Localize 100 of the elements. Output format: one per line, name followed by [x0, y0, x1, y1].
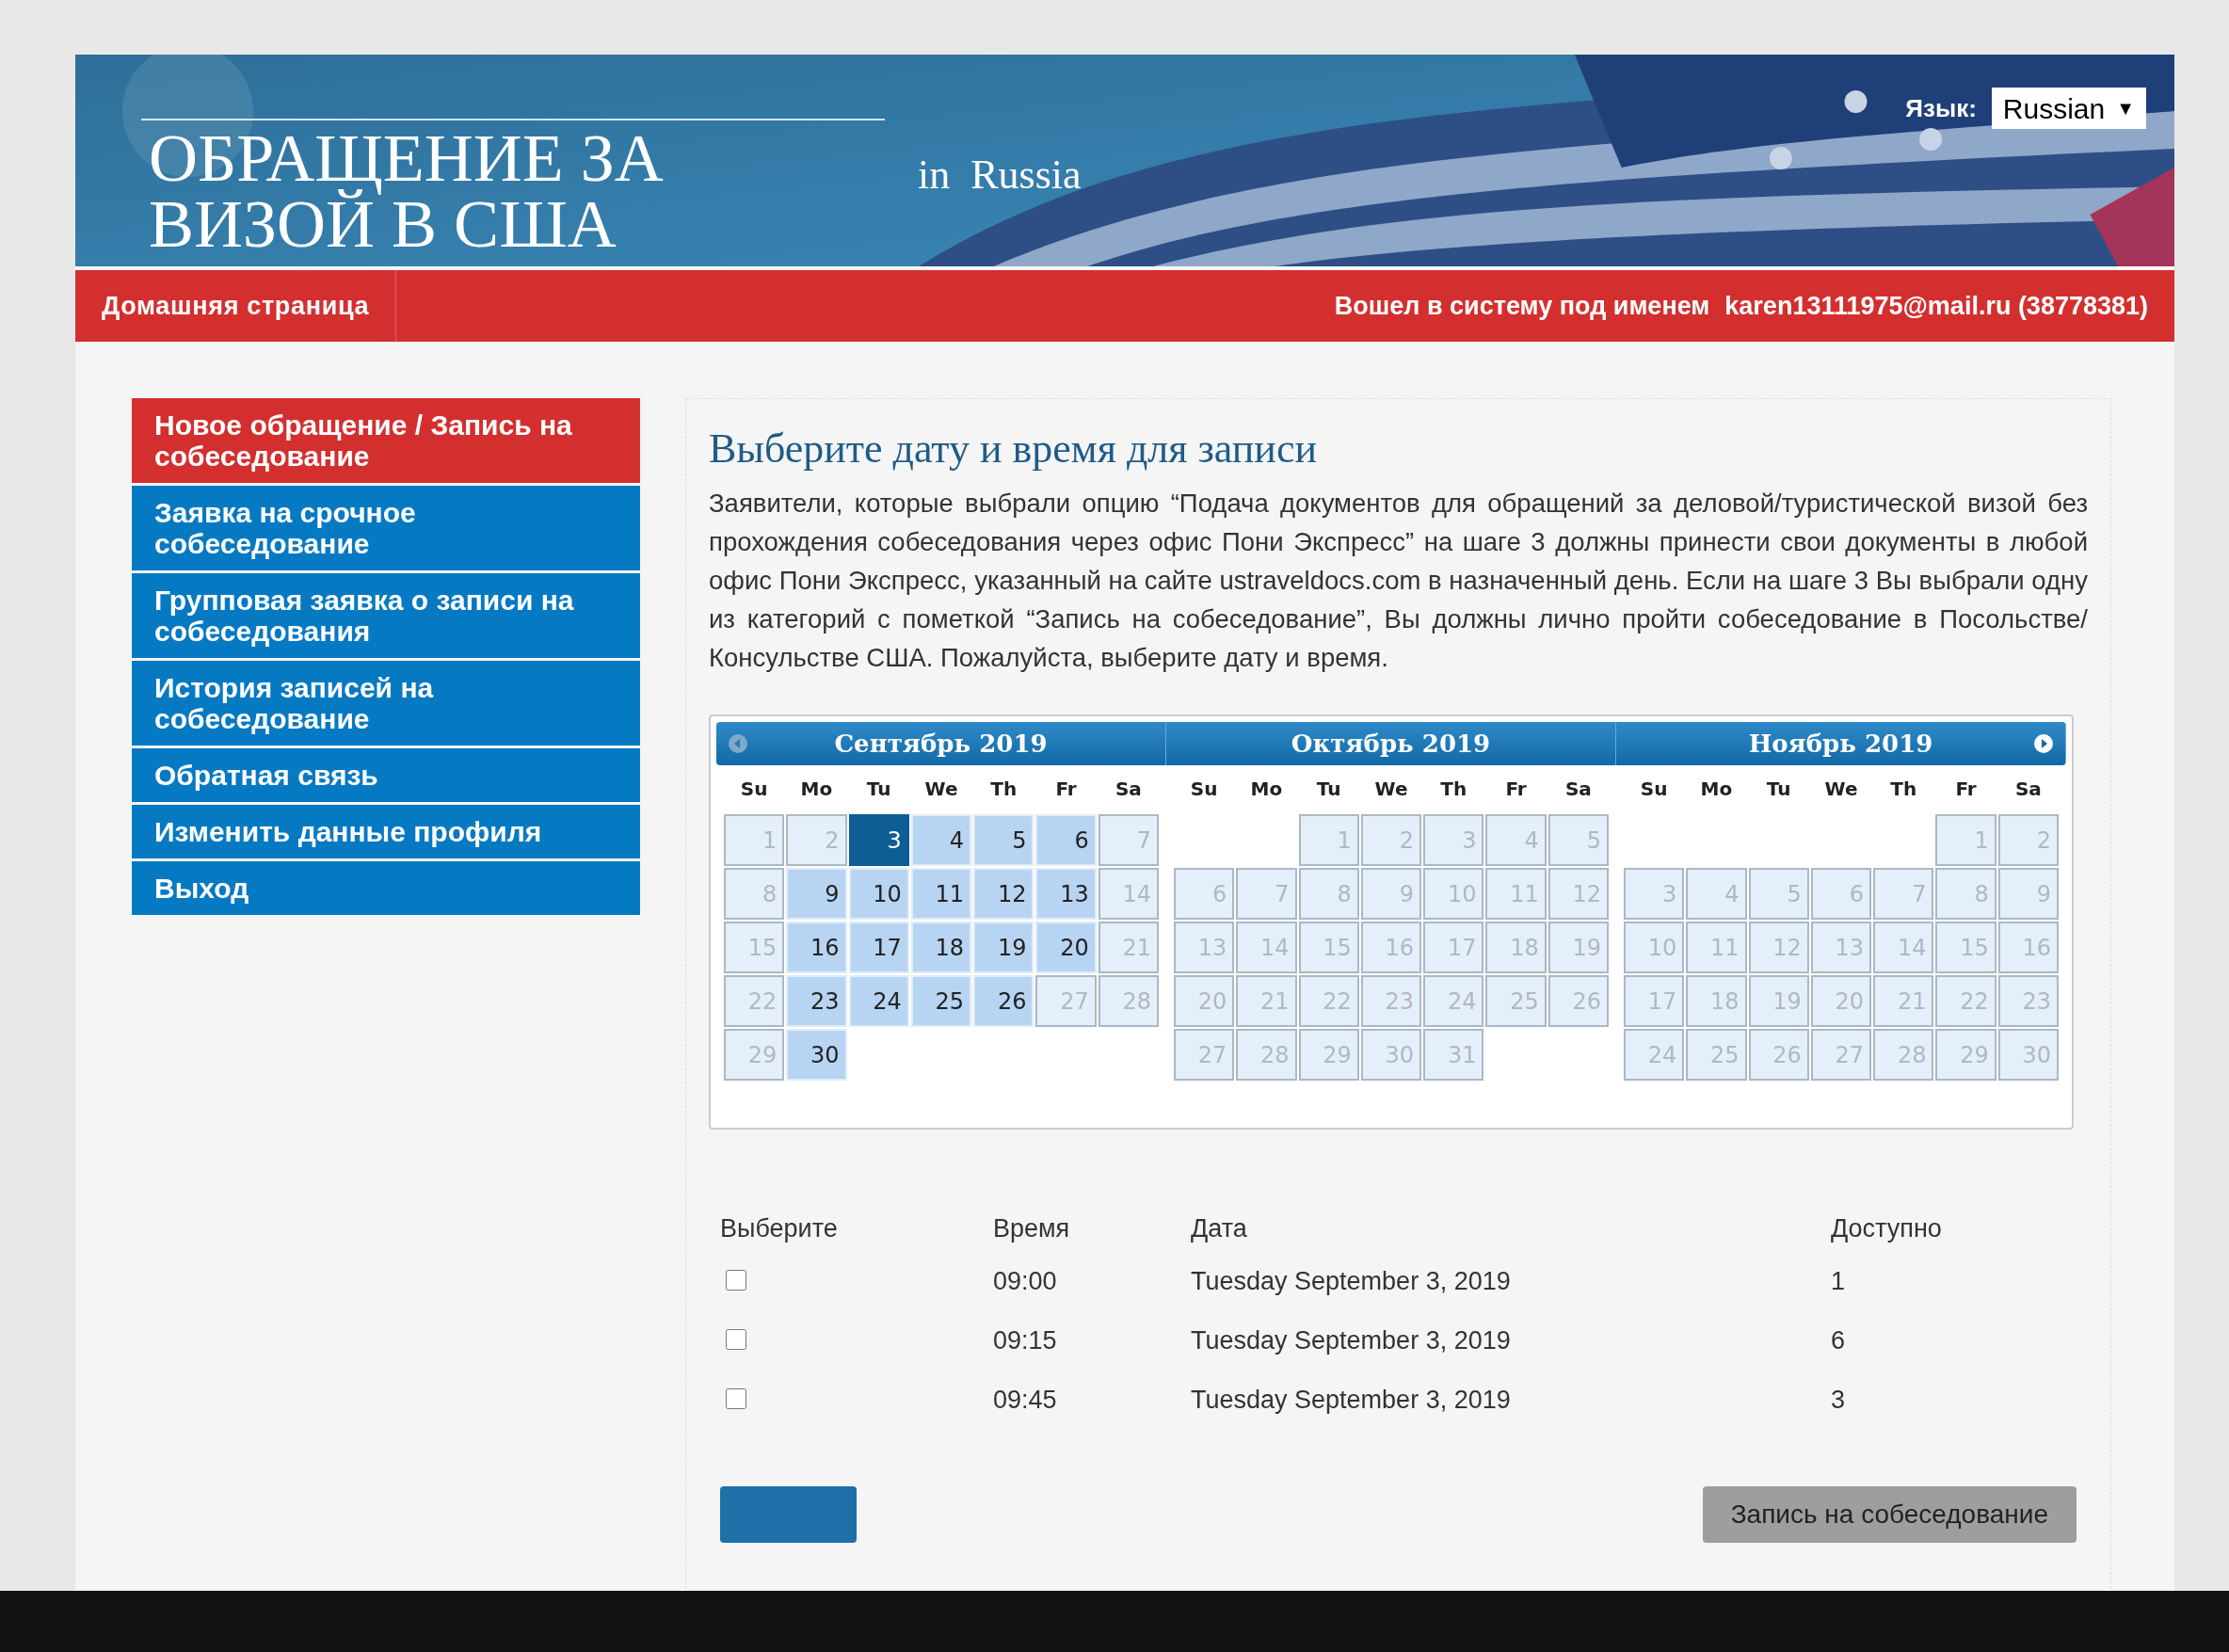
calendar-day[interactable]: 4 [910, 814, 972, 866]
calendar-day: 21 [1873, 975, 1934, 1027]
intro-paragraph: Заявители, которые выбрали опцию “Подача документов для обращений за деловой/туристической визой без прохождения собеседования через офис Пони Экспресс” на шаге 3 должны принести свои документы в любой офис Пони Экспресс, указанный на сайте ustraveldocs.com в назначенный день. Если на шаге 3 Вы выбрали одну из категорий с пометкой “Запись на собеседование”, Вы должны лично пройти собеседование в Посольстве/Консульстве США. Пожалуйста, выберите дату и время. [709, 488, 2088, 674]
count-cell: 3 [1831, 1386, 1846, 1415]
month-title: Октябрь 2019 [1291, 728, 1491, 760]
calendar-day: 21 [1236, 975, 1297, 1027]
calendar-day: 17 [1423, 922, 1484, 973]
calendar-day[interactable]: 24 [848, 975, 909, 1027]
calendar-day: 27 [1174, 1029, 1235, 1081]
calendar-day: 1 [1935, 814, 1996, 866]
calendar-day[interactable]: 5 [973, 814, 1034, 866]
count-cell: 6 [1831, 1326, 1846, 1355]
time-cell: 09:15 [993, 1326, 1057, 1355]
column-header: Доступно [1831, 1212, 1943, 1244]
sidebar-item[interactable]: Выход [132, 861, 640, 915]
weekday-label: Su [739, 777, 769, 802]
calendar-day: 10 [1423, 868, 1484, 920]
calendar-day[interactable]: 18 [910, 922, 972, 973]
calendar-day: 15 [724, 922, 785, 973]
calendar-day: 30 [1360, 1029, 1422, 1081]
calendar-day: 14 [1098, 868, 1159, 920]
calendar-day: 25 [1686, 1029, 1747, 1081]
language-select[interactable]: Russian ▼ [1991, 88, 2146, 129]
calendar-day[interactable]: 30 [786, 1029, 847, 1081]
sidebar-item[interactable]: Заявка на срочное собеседование [132, 486, 640, 570]
calendar-day[interactable]: 26 [973, 975, 1034, 1027]
checkbox[interactable] [726, 1328, 746, 1350]
sidebar-item[interactable]: Обратная связь [132, 748, 640, 802]
calendar-day[interactable]: 17 [848, 922, 909, 973]
calendar-day: 28 [1236, 1029, 1297, 1081]
calendar-day[interactable]: 19 [973, 922, 1034, 973]
calendar-day[interactable]: 3 [848, 814, 909, 866]
sidebar-item[interactable]: Изменить данные профиля [132, 805, 640, 858]
weekday-label: We [1823, 777, 1859, 802]
sidebar-item[interactable]: Групповая заявка о записи на собеседования [132, 573, 640, 658]
calendar-day: 18 [1485, 922, 1547, 973]
calendar-day: 13 [1174, 922, 1235, 973]
logged-in-label: Вошел в систему под именем [1334, 290, 1710, 322]
calendar-day: 22 [1298, 975, 1359, 1027]
weekday-label: Tu [865, 777, 892, 802]
user-account: karen13111975@mail.ru (38778381) [1724, 290, 2148, 322]
column-header: Выберите [720, 1212, 839, 1244]
weekday-label: Th [989, 777, 1018, 802]
calendar-day: 5 [1547, 814, 1609, 866]
weekday-label: We [1373, 777, 1409, 802]
calendar-day: 7 [1098, 814, 1159, 866]
calendar-day: 6 [1174, 868, 1235, 920]
weekday-label: Sa [1564, 777, 1593, 802]
calendar-day: 20 [1810, 975, 1872, 1027]
calendar-day[interactable]: 12 [973, 868, 1034, 920]
calendar-day: 8 [724, 868, 785, 920]
checkbox[interactable] [726, 1269, 746, 1291]
calendar-day: 15 [1298, 922, 1359, 973]
calendar-day: 7 [1236, 868, 1297, 920]
sidebar-item[interactable]: История записей на собеседование [132, 661, 640, 746]
checkbox[interactable] [726, 1387, 746, 1409]
submit-button[interactable]: Запись на собеседование [1702, 1486, 2077, 1543]
calendar-day: 19 [1547, 922, 1609, 973]
calendar-day: 29 [724, 1029, 785, 1081]
calendar-day: 10 [1624, 922, 1685, 973]
column-header: Дата [1191, 1212, 1248, 1244]
calendar-day: 1 [724, 814, 785, 866]
calendar-day: 4 [1485, 814, 1547, 866]
calendar-day[interactable]: 13 [1035, 868, 1097, 920]
weekday-label: Mo [1699, 777, 1734, 802]
calendar-day[interactable]: 11 [910, 868, 972, 920]
date-cell: Tuesday September 3, 2019 [1191, 1386, 1511, 1415]
calendar-day: 12 [1547, 868, 1609, 920]
calendar-day[interactable]: 20 [1035, 922, 1097, 973]
calendar-day[interactable]: 6 [1035, 814, 1097, 866]
calendar-day[interactable]: 9 [786, 868, 847, 920]
calendar-day: 24 [1423, 975, 1484, 1027]
weekday-label: Fr [1054, 777, 1078, 802]
weekday-label: We [923, 777, 959, 802]
calendar-day: 27 [1035, 975, 1097, 1027]
page-heading: Выберите дату и время для записи [709, 425, 1318, 473]
calendar-day: 3 [1624, 868, 1685, 920]
calendar-day[interactable]: 23 [786, 975, 847, 1027]
calendar-day: 28 [1098, 975, 1159, 1027]
next-icon[interactable] [2033, 733, 2054, 754]
home-link[interactable]: Домашняя страница [75, 270, 397, 342]
calendar-day: 16 [1997, 922, 2059, 973]
date-cell: Tuesday September 3, 2019 [1191, 1267, 1511, 1296]
calendar-day: 31 [1423, 1029, 1484, 1081]
calendar-day: 15 [1935, 922, 1996, 973]
month-title: Ноябрь 2019 [1748, 728, 1933, 760]
calendar-day: 17 [1624, 975, 1685, 1027]
calendar-day[interactable]: 16 [786, 922, 847, 973]
calendar-day: 26 [1547, 975, 1609, 1027]
calendar-day[interactable]: 10 [848, 868, 909, 920]
calendar-day[interactable]: 25 [910, 975, 972, 1027]
calendar-day: 24 [1624, 1029, 1685, 1081]
weekday-label: Mo [799, 777, 834, 802]
calendar-day: 9 [1360, 868, 1422, 920]
sidebar-item[interactable]: Новое обращение / Запись на собеседование [132, 398, 640, 483]
calendar-day: 29 [1935, 1029, 1996, 1081]
count-cell: 1 [1831, 1267, 1846, 1296]
weekday-label: Su [1189, 777, 1219, 802]
calendar-day: 12 [1748, 922, 1809, 973]
calendar-day: 14 [1236, 922, 1297, 973]
